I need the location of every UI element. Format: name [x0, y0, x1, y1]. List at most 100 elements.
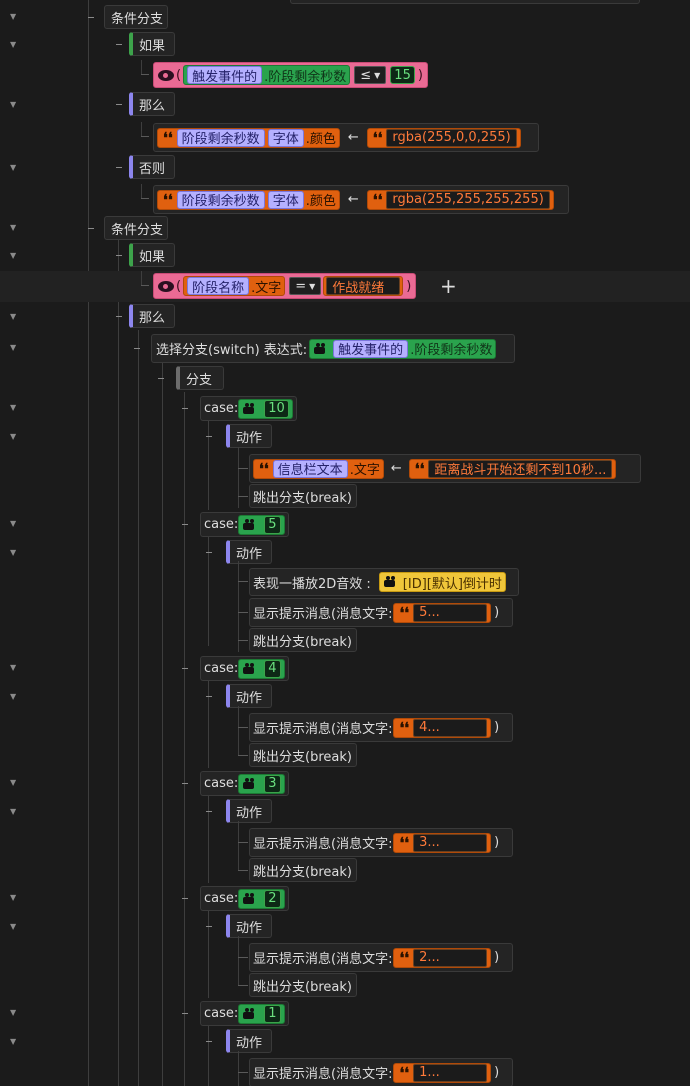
collapse-chevron-icon[interactable] — [10, 312, 20, 322]
number-pill[interactable]: 10 — [238, 398, 293, 419]
collapse-chevron-icon[interactable] — [10, 778, 20, 788]
if-node[interactable]: 如果 — [129, 32, 175, 56]
show-message-statement[interactable]: 显示提示消息(消息文字: ❛❛ 3... ) — [249, 828, 513, 857]
then-node[interactable]: 那么 — [129, 92, 175, 116]
target-variable-pill[interactable]: ❛❛ 阶段剩余秒数 字体 .颜色 — [157, 189, 340, 210]
operator-select[interactable]: = ▼ — [289, 277, 322, 295]
collapse-chevron-icon[interactable] — [10, 1037, 20, 1047]
collapse-chevron-icon[interactable] — [10, 548, 20, 558]
property-pill[interactable]: 字体 — [267, 128, 304, 147]
case-value[interactable]: 10 — [264, 399, 289, 418]
case-node[interactable]: case: 3 — [200, 771, 289, 796]
conditional-branch-node[interactable]: 条件分支 — [104, 5, 168, 29]
break-statement[interactable]: 跳出分支(break) — [249, 973, 357, 997]
eye-icon[interactable] — [158, 280, 174, 292]
show-message-statement[interactable]: 显示提示消息(消息文字: ❛❛ 1... ) — [249, 1058, 513, 1086]
number-pill[interactable]: 2 — [238, 888, 285, 909]
assignment-statement[interactable]: ❛❛ 阶段剩余秒数 字体 .颜色 ← ❛❛ rgba(255,255,255,255) — [153, 185, 569, 214]
string-value-pill[interactable]: ❛❛ 1... — [393, 1062, 492, 1083]
collapse-chevron-icon[interactable] — [10, 692, 20, 702]
case-value[interactable]: 4 — [264, 659, 281, 678]
if-node[interactable]: 如果 — [129, 243, 175, 267]
string-value-pill[interactable]: ❛❛ 4... — [393, 717, 492, 738]
string-value-pill[interactable]: 作战就绪 — [323, 276, 404, 296]
target-variable-pill[interactable]: ❛❛ 信息栏文本 .文字 — [253, 458, 384, 479]
string-value[interactable]: rgba(255,0,0,255) — [386, 128, 517, 147]
string-value[interactable]: rgba(255,255,255,255) — [386, 190, 550, 209]
switch-statement[interactable]: 选择分支(switch) 表达式: 触发事件的 .阶段剩余秒数 — [151, 334, 515, 363]
message-text[interactable]: 1... — [413, 1063, 488, 1082]
variable-pill[interactable]: 信息栏文本 — [272, 459, 348, 478]
collapse-chevron-icon[interactable] — [10, 403, 20, 413]
string-value-pill[interactable]: ❛❛ rgba(255,0,0,255) — [366, 127, 521, 148]
string-value-pill[interactable]: ❛❛ 3... — [393, 832, 492, 853]
message-text[interactable]: 4... — [413, 718, 488, 737]
collapse-chevron-icon[interactable] — [10, 807, 20, 817]
event-source-pill[interactable]: 触发事件的 — [187, 66, 263, 85]
assignment-statement[interactable]: ❛❛ 信息栏文本 .文字 ← ❛❛ 距离战斗开始还剩不到10秒... — [249, 454, 641, 483]
show-message-statement[interactable]: 显示提示消息(消息文字: ❛❛ 4... ) — [249, 713, 513, 742]
collapse-chevron-icon[interactable] — [10, 1008, 20, 1018]
case-node[interactable]: case: 5 — [200, 512, 289, 537]
break-statement[interactable]: 跳出分支(break) — [249, 858, 357, 882]
collapse-chevron-icon[interactable] — [10, 251, 20, 261]
sound-id-pill[interactable]: [ID][默认]倒计时 — [378, 572, 506, 592]
eye-icon[interactable] — [158, 69, 174, 81]
action-node[interactable]: 动作 — [226, 1029, 272, 1053]
string-value-pill[interactable]: ❛❛ 5... — [393, 602, 492, 623]
case-node[interactable]: case: 2 — [200, 886, 289, 911]
case-value[interactable]: 1 — [264, 1004, 281, 1023]
collapse-chevron-icon[interactable] — [10, 432, 20, 442]
number-pill[interactable]: 1 — [238, 1003, 285, 1024]
case-node[interactable]: case: 1 — [200, 1001, 289, 1026]
case-value[interactable]: 3 — [264, 774, 281, 793]
operator-select[interactable]: ≤ ▼ — [354, 66, 387, 84]
collapse-chevron-icon[interactable] — [10, 223, 20, 233]
number-pill[interactable]: 3 — [238, 773, 285, 794]
case-value[interactable]: 2 — [264, 889, 281, 908]
collapse-chevron-icon[interactable] — [10, 12, 20, 22]
add-icon[interactable]: + — [440, 276, 457, 296]
string-value-pill[interactable]: ❛❛ 距离战斗开始还剩不到10秒... — [408, 458, 617, 479]
case-value[interactable]: 5 — [264, 515, 281, 534]
variable-pill[interactable]: 阶段名称 — [187, 277, 250, 296]
conditional-branch-node[interactable]: 条件分支 — [104, 216, 168, 240]
break-statement[interactable]: 跳出分支(break) — [249, 743, 357, 767]
number-pill[interactable]: 5 — [238, 514, 285, 535]
condition-expression[interactable]: ( 触发事件的 .阶段剩余秒数 ≤ ▼ 15 ) — [153, 62, 428, 88]
message-text[interactable]: 3... — [413, 833, 488, 852]
event-source-pill[interactable]: 触发事件的 — [333, 339, 409, 358]
action-node[interactable]: 动作 — [226, 424, 272, 448]
event-property-pill[interactable]: 触发事件的 .阶段剩余秒数 — [183, 65, 351, 85]
break-statement[interactable]: 跳出分支(break) — [249, 628, 357, 652]
action-node[interactable]: 动作 — [226, 684, 272, 708]
break-statement[interactable]: 跳出分支(break) — [249, 484, 357, 508]
target-variable-pill[interactable]: ❛❛ 阶段剩余秒数 字体 .颜色 — [157, 127, 340, 148]
action-node[interactable]: 动作 — [226, 540, 272, 564]
else-node[interactable]: 否则 — [129, 155, 175, 179]
case-node[interactable]: case: 4 — [200, 656, 289, 681]
show-message-statement[interactable]: 显示提示消息(消息文字: ❛❛ 5... ) — [249, 598, 513, 627]
string-value-pill[interactable]: ❛❛ rgba(255,255,255,255) — [366, 189, 554, 210]
show-message-statement[interactable]: 显示提示消息(消息文字: ❛❛ 2... ) — [249, 943, 513, 972]
case-node[interactable]: case: 10 — [200, 396, 297, 421]
action-node[interactable]: 动作 — [226, 799, 272, 823]
variable-property-pill[interactable]: 阶段名称 .文字 — [183, 276, 286, 296]
then-node[interactable]: 那么 — [129, 304, 175, 328]
assignment-statement[interactable]: ❛❛ 阶段剩余秒数 字体 .颜色 ← ❛❛ rgba(255,0,0,255) — [153, 123, 539, 152]
condition-expression[interactable]: ( 阶段名称 .文字 = ▼ 作战就绪 ) — [153, 273, 417, 299]
string-value[interactable]: 距离战斗开始还剩不到10秒... — [428, 459, 613, 478]
collapse-chevron-icon[interactable] — [10, 922, 20, 932]
collapse-chevron-icon[interactable] — [10, 40, 20, 50]
message-text[interactable]: 2... — [413, 948, 488, 967]
number-pill[interactable]: 4 — [238, 658, 285, 679]
string-value-pill[interactable]: ❛❛ 2... — [393, 947, 492, 968]
collapse-chevron-icon[interactable] — [10, 343, 20, 353]
collapse-chevron-icon[interactable] — [10, 893, 20, 903]
play-2d-sound-statement[interactable]: 表现一播放2D音效 : [ID][默认]倒计时 — [249, 568, 519, 596]
collapse-chevron-icon[interactable] — [10, 519, 20, 529]
collapse-chevron-icon[interactable] — [10, 100, 20, 110]
event-property-pill[interactable]: 触发事件的 .阶段剩余秒数 — [309, 338, 497, 359]
action-node[interactable]: 动作 — [226, 914, 272, 938]
string-value[interactable]: 作战就绪 — [326, 277, 401, 296]
